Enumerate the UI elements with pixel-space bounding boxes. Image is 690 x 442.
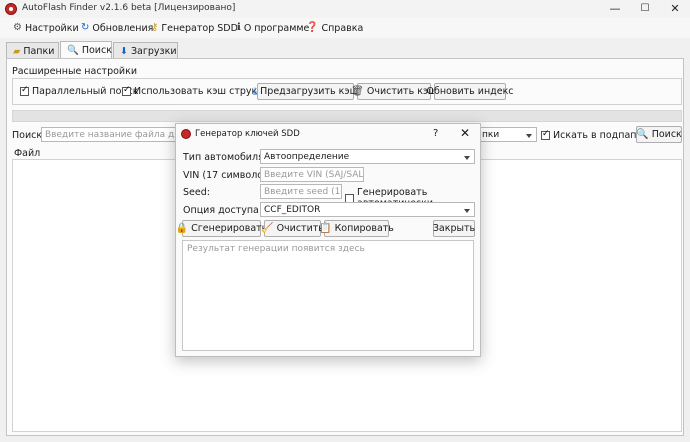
close-window-button[interactable]: ✕ <box>660 0 690 18</box>
clipboard-icon: 📋 <box>319 223 332 234</box>
parallel-search-checkbox[interactable]: Параллельный поиск <box>20 85 139 97</box>
chevron-down-icon <box>526 134 532 138</box>
generation-result-textarea[interactable]: Результат генерации появится здесь <box>182 240 474 351</box>
app-logo-icon <box>181 129 191 139</box>
vin-input[interactable]: Введите VIN (SAJ/SAL...) <box>260 167 364 182</box>
tab-downloads[interactable]: ⬇ Загрузки <box>113 42 178 59</box>
download-icon: ⬇ <box>120 45 128 57</box>
preload-cache-button[interactable]: ⤓ Предзагрузить кэш <box>253 83 358 100</box>
search-icon: 🔍 <box>67 45 79 56</box>
dialog-help-button[interactable]: ? <box>433 128 438 139</box>
menu-settings[interactable]: ⚙ Настройки <box>13 21 79 35</box>
search-input[interactable]: Введите название файла для пои <box>41 127 181 142</box>
gear-icon: ⚙ <box>13 22 22 33</box>
trash-icon: 🗑 <box>351 86 364 97</box>
folder-icon: ▰ <box>13 45 21 57</box>
checkbox-checked-icon <box>20 85 29 96</box>
clear-button[interactable]: 🧹 Очистить <box>261 220 324 237</box>
chevron-down-icon <box>464 156 470 160</box>
download-icon: ⤓ <box>252 86 258 97</box>
search-button[interactable]: 🔍 Поиск <box>636 126 682 143</box>
dialog-title-bar: Генератор ключей SDD ? ✕ <box>176 124 480 144</box>
seed-input[interactable]: Введите seed (10... <box>260 184 342 199</box>
lock-icon: 🔒 <box>175 223 189 234</box>
update-index-button[interactable]: Обновить индекс <box>426 83 514 100</box>
key-icon: ⚷ <box>151 22 159 33</box>
copy-button[interactable]: 📋 Копировать <box>319 220 394 237</box>
checkbox-checked-icon <box>541 129 550 140</box>
dialog-close-button[interactable]: Закрыть <box>433 220 475 237</box>
access-option-label: Опция доступа: <box>183 205 263 216</box>
help-icon: ❓ <box>306 22 319 33</box>
chevron-down-icon <box>464 209 470 213</box>
generate-button[interactable]: 🔒 Сгенерировать <box>176 220 267 237</box>
access-option-select[interactable]: CCF_EDITOR <box>260 202 475 217</box>
window-title: AutoFlash Finder v2.1.6 beta [Лицензиров… <box>22 3 236 13</box>
dialog-close-icon[interactable]: ✕ <box>460 126 470 140</box>
menu-sdd-generator[interactable]: ⚷ Генератор SDD <box>151 21 238 35</box>
info-icon: ℹ <box>237 22 241 33</box>
menu-about[interactable]: ℹ О программе <box>237 21 309 35</box>
tab-folders[interactable]: ▰ Папки <box>6 42 59 59</box>
app-logo-icon <box>5 3 17 15</box>
car-type-select[interactable]: Автоопределение <box>260 149 475 164</box>
clear-cache-button[interactable]: 🗑 Очистить кэш <box>351 83 437 100</box>
advanced-settings-title: Расширенные настройки <box>12 66 138 77</box>
search-filter-select[interactable]: пки <box>478 127 537 142</box>
refresh-icon: ↻ <box>81 22 90 33</box>
title-bar: AutoFlash Finder v2.1.6 beta [Лицензиров… <box>0 0 690 18</box>
progress-bar <box>12 110 682 122</box>
seed-label: Seed: <box>183 187 210 198</box>
car-type-label: Тип автомобиля: <box>183 152 267 163</box>
sdd-key-generator-dialog: Генератор ключей SDD ? ✕ Тип автомобиля:… <box>175 123 481 357</box>
menu-help[interactable]: ❓ Справка <box>306 21 363 35</box>
minimize-button[interactable]: — <box>600 0 630 18</box>
search-icon: 🔍 <box>636 129 649 140</box>
tab-search[interactable]: 🔍 Поиск <box>60 41 112 59</box>
menu-bar: ⚙ Настройки ↻ Обновления ⚷ Генератор SDD… <box>0 18 690 38</box>
checkbox-checked-icon <box>122 85 131 96</box>
menu-updates[interactable]: ↻ Обновления <box>81 21 153 35</box>
broom-icon: 🧹 <box>261 223 274 234</box>
maximize-button[interactable]: ☐ <box>630 0 660 18</box>
dialog-title: Генератор ключей SDD <box>195 129 300 139</box>
